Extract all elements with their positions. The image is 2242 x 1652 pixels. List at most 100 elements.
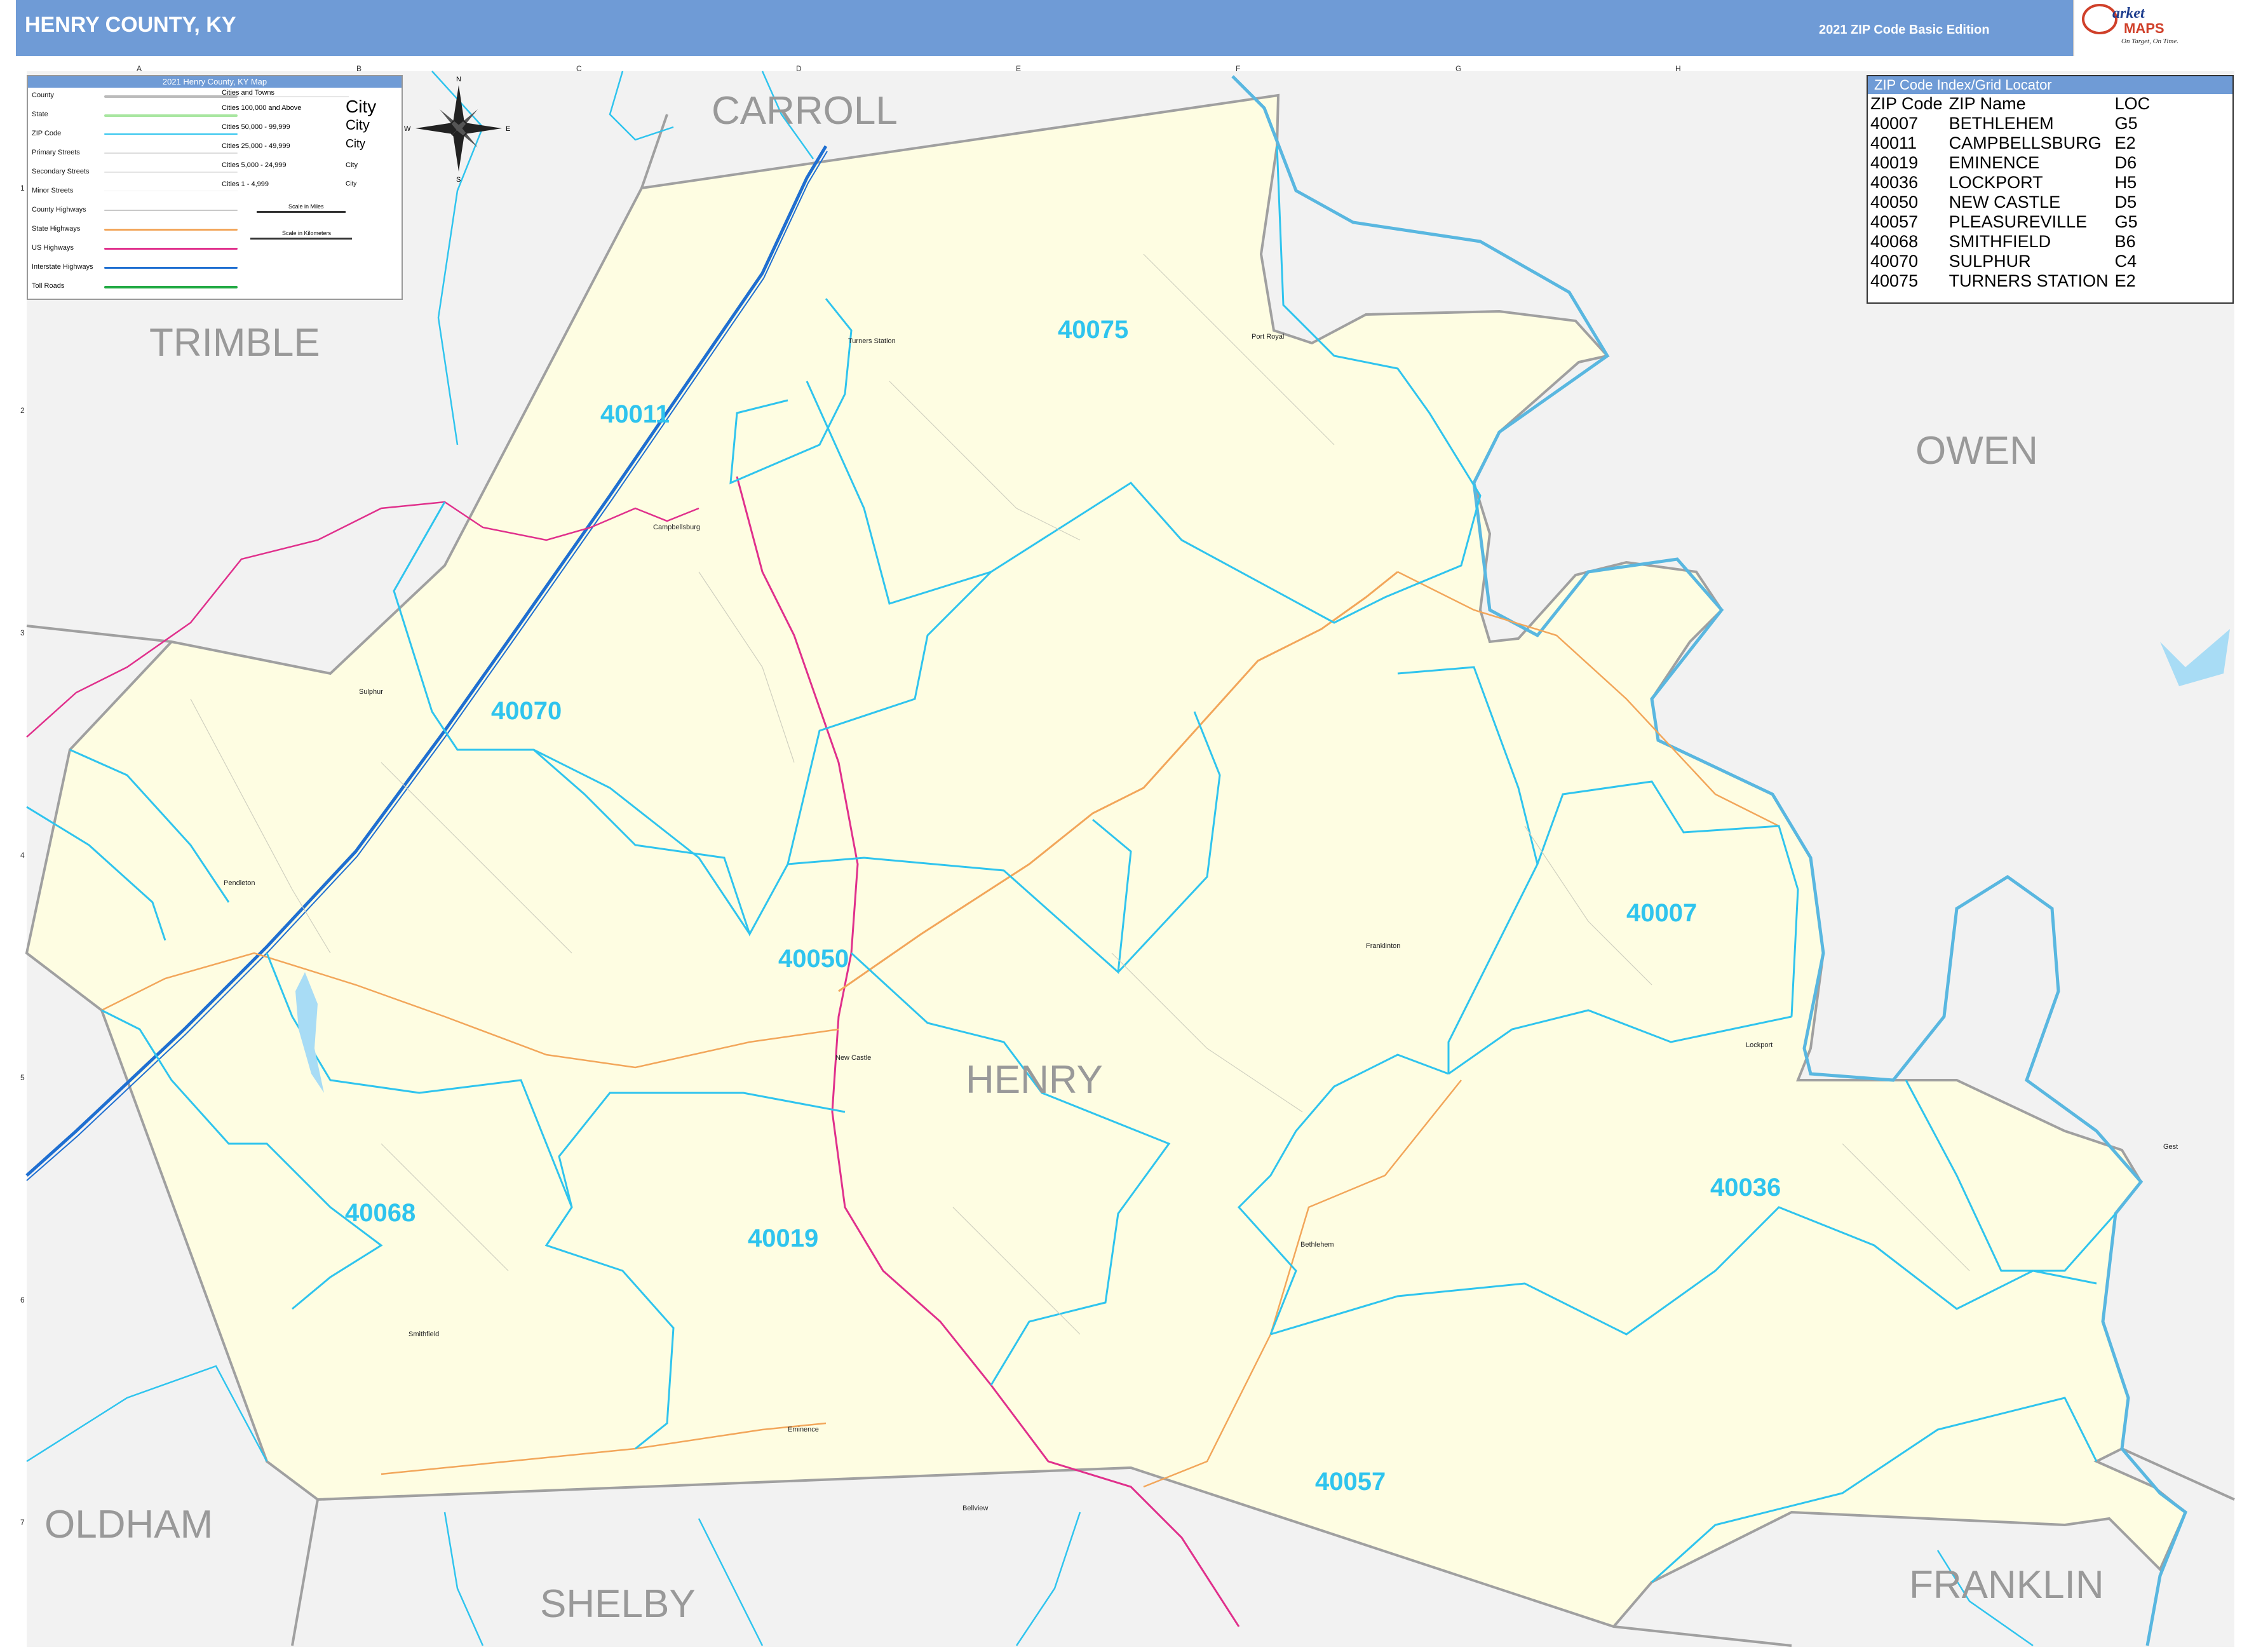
legend-city-range-4: Cities 5,000 - 24,999 [222, 161, 287, 169]
county-label-henry: HENRY [966, 1058, 1103, 1102]
zip-code-cell: 40057 [1870, 212, 1919, 231]
zip-code-cell: 40007 [1870, 114, 1919, 133]
town-campbellsburg: Campbellsburg [653, 524, 700, 531]
legend-scale-miles-bar [257, 211, 346, 213]
legend-scale-km-bar [250, 238, 352, 240]
county-label-trimble: TRIMBLE [149, 321, 320, 365]
table-row: 40070 SULPHUR C4 [1869, 252, 2155, 271]
zip-name-cell: LOCKPORT [1948, 173, 2043, 192]
legend-item-county-hwy: County Highways [32, 206, 86, 213]
table-row: 40057 PLEASUREVILLE G5 [1869, 212, 2155, 232]
legend-item-minor: Minor Streets [32, 187, 74, 194]
logo-brand-bottom: MAPS [2124, 20, 2164, 36]
town-smithfield: Smithfield [409, 1330, 439, 1338]
county-label-carroll: CARROLL [712, 89, 898, 133]
town-bethlehem: Bethlehem [1300, 1241, 1334, 1249]
legend-swatch-state [104, 114, 238, 117]
zip-name-cell: TURNERS STATION [1948, 271, 2109, 290]
zip-code-cell: 40068 [1870, 232, 1919, 251]
zip-name-cell: BETHLEHEM [1948, 114, 2054, 133]
grid-col-h: H [1675, 64, 1681, 73]
grid-col-a: A [137, 64, 142, 73]
legend-swatch-county [104, 95, 238, 98]
legend-scale-miles-label: Scale in Miles [288, 203, 324, 210]
legend-item-zip: ZIP Code [32, 130, 62, 137]
zip-label-40011: 40011 [600, 400, 670, 428]
table-row: 40011 CAMPBELLSBURG E2 [1869, 133, 2155, 153]
compass-n: N [456, 76, 461, 83]
table-row: 40019 EMINENCE D6 [1869, 153, 2155, 173]
legend-item-toll: Toll Roads [32, 282, 65, 290]
legend-city-sample-2: City [346, 117, 370, 133]
zip-loc-cell: H5 [2114, 173, 2137, 192]
zip-loc-cell: G5 [2114, 212, 2138, 231]
legend-cities-header: Cities and Towns [222, 89, 349, 97]
grid-col-b: B [356, 64, 361, 73]
zip-code-index: ZIP Code Index/Grid Locator ZIP Code ZIP… [1867, 75, 2234, 304]
grid-row-6: 6 [20, 1296, 25, 1304]
compass-s: S [456, 176, 461, 184]
table-row: 40007 BETHLEHEM G5 [1869, 114, 2155, 133]
grid-col-e: E [1016, 64, 1021, 73]
zip-code-cell: 40019 [1870, 153, 1919, 172]
zip-index-header-row: ZIP Code ZIP Name LOC [1869, 94, 2155, 114]
legend-swatch-secondary [104, 172, 238, 173]
town-pendleton: Pendleton [224, 879, 255, 887]
town-turners-station: Turners Station [848, 337, 896, 345]
zip-loc-cell: E2 [2114, 271, 2136, 290]
legend-city-sample-1: City [346, 97, 377, 116]
town-gest: Gest [2163, 1143, 2178, 1151]
zip-code-cell: 40075 [1870, 271, 1919, 290]
legend-swatch-state-hwy [104, 229, 238, 231]
county-label-franklin: FRANKLIN [1909, 1563, 2104, 1607]
zip-label-40019: 40019 [748, 1224, 818, 1252]
legend-swatch-primary [104, 152, 238, 154]
legend-swatch-interstate [104, 267, 238, 269]
zip-name-cell: SMITHFIELD [1948, 232, 2051, 251]
zip-loc-cell: B6 [2114, 232, 2136, 251]
county-label-oldham: OLDHAM [44, 1503, 213, 1547]
zip-index-header-loc: LOC [2114, 94, 2151, 113]
grid-col-g: G [1455, 64, 1461, 73]
zip-label-40075: 40075 [1058, 316, 1128, 344]
legend-city-sample-3: City [346, 137, 365, 150]
zip-loc-cell: D6 [2114, 153, 2137, 172]
legend-swatch-county-hwy [104, 210, 238, 211]
table-row: 40075 TURNERS STATION E2 [1869, 271, 2155, 291]
town-sulphur: Sulphur [359, 688, 383, 696]
county-label-owen: OWEN [1915, 429, 2038, 473]
map-legend: 2021 Henry County, KY Map County State Z… [27, 75, 403, 300]
map-header: HENRY COUNTY, KY 2021 ZIP Code Basic Edi… [16, 0, 2242, 56]
edition-label: 2021 ZIP Code Basic Edition [1819, 23, 1990, 37]
town-port-royal: Port Royal [1252, 333, 1284, 341]
table-row: 40036 LOCKPORT H5 [1869, 173, 2155, 193]
zip-index-title: ZIP Code Index/Grid Locator [1868, 76, 2232, 94]
zip-code-cell: 40070 [1870, 252, 1919, 271]
zip-loc-cell: C4 [2114, 252, 2137, 271]
compass-w: W [404, 125, 411, 133]
grid-col-d: D [796, 64, 802, 73]
legend-city-range-2: Cities 50,000 - 99,999 [222, 123, 290, 131]
legend-city-range-1: Cities 100,000 and Above [222, 104, 302, 112]
legend-item-us-hwy: US Highways [32, 244, 74, 252]
table-row: 40050 NEW CASTLE D5 [1869, 193, 2155, 212]
market-maps-logo: arket MAPS On Target, On Time. [2073, 0, 2242, 56]
grid-row-7: 7 [20, 1518, 25, 1527]
zip-name-cell: CAMPBELLSBURG [1948, 133, 2102, 152]
logo-brand-top: arket [2112, 5, 2145, 22]
zip-loc-cell: E2 [2114, 133, 2136, 152]
legend-scale-km-label: Scale in Kilometers [282, 230, 332, 236]
zip-label-40036: 40036 [1710, 1174, 1781, 1202]
zip-code-cell: 40050 [1870, 193, 1919, 212]
zip-name-cell: NEW CASTLE [1948, 193, 2061, 212]
zip-label-40057: 40057 [1315, 1468, 1386, 1496]
grid-col-f: F [1236, 64, 1240, 73]
grid-row-2: 2 [20, 406, 25, 415]
legend-item-primary: Primary Streets [32, 149, 80, 156]
zip-label-40007: 40007 [1626, 899, 1697, 927]
grid-row-3: 3 [20, 628, 25, 637]
zip-loc-cell: G5 [2114, 114, 2138, 133]
grid-col-c: C [576, 64, 582, 73]
map-title: HENRY COUNTY, KY [25, 13, 236, 37]
legend-item-interstate: Interstate Highways [32, 263, 93, 271]
